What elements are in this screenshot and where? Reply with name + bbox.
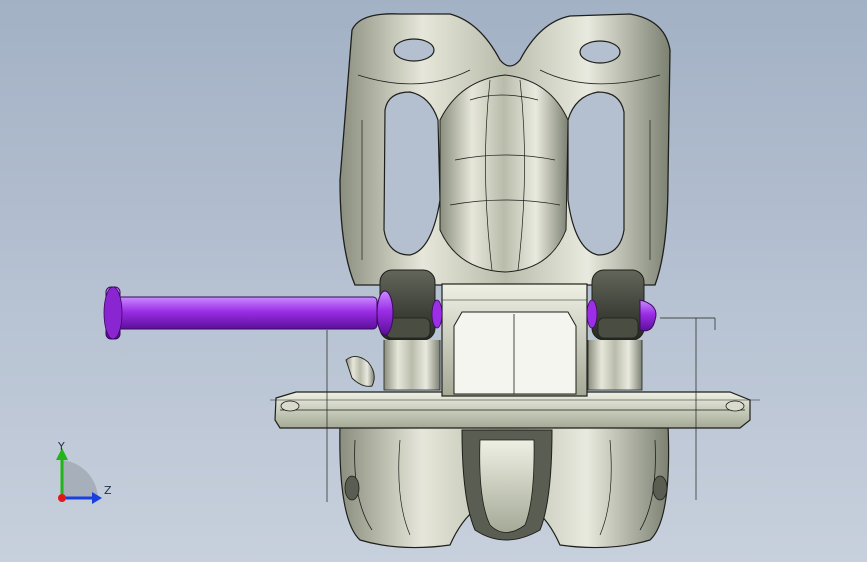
lower-housing <box>339 424 670 549</box>
graphics-viewport[interactable]: Y Z <box>0 0 867 562</box>
upper-bracket <box>339 13 671 286</box>
triad-xy-plane <box>62 460 98 498</box>
center-block <box>441 283 588 397</box>
right-bushing <box>587 269 645 391</box>
z-axis-label: Z <box>104 484 112 497</box>
x-axis-icon <box>58 494 66 502</box>
side-fitting <box>345 356 375 387</box>
cad-model[interactable] <box>0 0 867 562</box>
orientation-triad[interactable]: Y Z <box>48 436 120 510</box>
flange-plate <box>270 391 760 429</box>
y-axis-label: Y <box>58 440 65 453</box>
